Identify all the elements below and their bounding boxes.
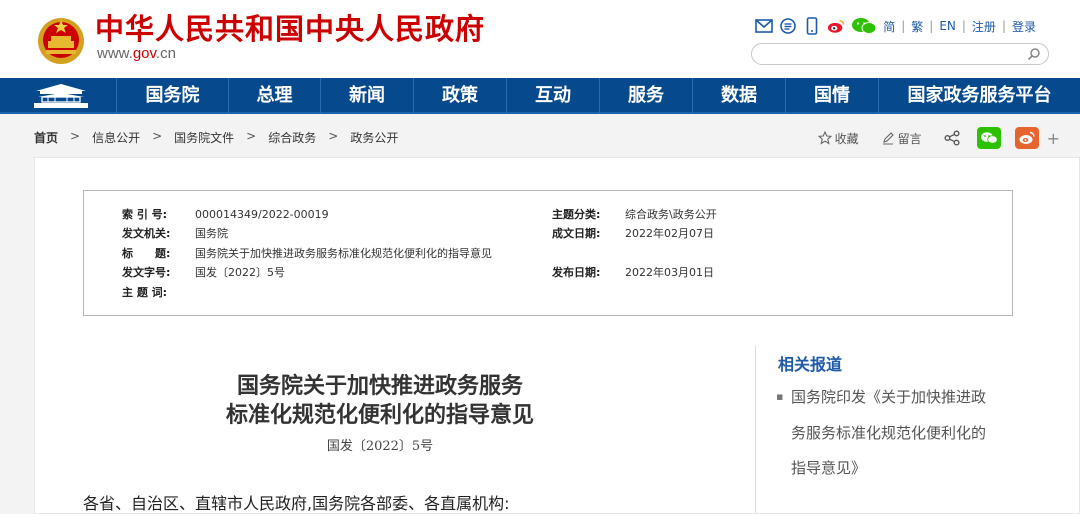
info-index-row: 索 引 号: 000014349/2022-00019	[122, 208, 329, 222]
article-doc-number: 国发〔2022〕5号	[326, 439, 434, 454]
breadcrumb: 首页 > 信息公开 > 国务院文件 > 综合政务 > 政务公开	[34, 129, 398, 146]
article-title-line-2: 标准化规范化便利化的指导意见	[225, 402, 534, 428]
info-issuer-row: 发文机关: 国务院	[122, 227, 228, 241]
info-docno-value: 国发〔2022〕5号	[195, 266, 285, 279]
site-domain: www.gov.cn	[97, 45, 176, 63]
info-docno-row: 发文字号: 国发〔2022〕5号	[122, 266, 285, 280]
info-pubdate-row: 发布日期: 2022年03月01日	[552, 266, 714, 280]
nav-item-state-council[interactable]: 国务院	[116, 78, 228, 114]
breadcrumb-general-affairs[interactable]: 综合政务	[268, 129, 316, 146]
info-pubdate-value: 2022年03月01日	[625, 266, 714, 279]
info-index-label: 索 引 号:	[122, 208, 168, 221]
share-tools: 收藏 留言 +	[817, 127, 1060, 149]
document-info-table: 索 引 号: 000014349/2022-00019 主题分类: 综合政务\政务公…	[83, 190, 1013, 316]
nav-item-interaction[interactable]: 互动	[506, 78, 599, 114]
star-icon[interactable]	[817, 131, 832, 145]
separator: |	[961, 19, 966, 33]
article-title-line-1: 国务院关于加快推进政务服务	[236, 373, 523, 399]
breadcrumb-separator: >	[328, 129, 339, 143]
main-nav: 国务院 总理 新闻 政策 互动 服务 数据 国情 国家政务服务平台	[0, 78, 1080, 114]
info-pubdate-label: 发布日期:	[552, 266, 601, 279]
top-links: 简 | 繁 | EN | 注册 | 登录	[755, 16, 1036, 36]
nav-item-data[interactable]: 数据	[692, 78, 785, 114]
rss-icon[interactable]	[779, 17, 797, 35]
info-index-value: 000014349/2022-00019	[195, 208, 329, 221]
nav-item-premier[interactable]: 总理	[228, 78, 320, 114]
more-share-button[interactable]: +	[1047, 129, 1060, 148]
mail-icon[interactable]	[755, 17, 773, 35]
nav-item-services[interactable]: 服务	[599, 78, 692, 114]
info-date-row: 成文日期: 2022年02月07日	[552, 227, 714, 241]
favorite-button[interactable]: 收藏	[835, 130, 859, 147]
wechat-icon[interactable]	[851, 17, 877, 35]
search-input[interactable]	[751, 43, 1049, 65]
breadcrumb-separator: >	[246, 129, 257, 143]
tiananmen-home-icon[interactable]	[28, 82, 94, 110]
breadcrumb-open-government[interactable]: 政务公开	[350, 129, 398, 146]
share-icon[interactable]	[944, 130, 960, 146]
lang-simplified-link[interactable]: 简	[883, 18, 895, 35]
wechat-share-icon[interactable]	[976, 127, 1001, 149]
nav-item-national-info[interactable]: 国情	[785, 78, 878, 114]
info-title-row: 标 题: 国务院关于加快推进政务服务标准化规范化便利化的指导意见	[122, 247, 492, 261]
info-topic-value: 综合政务\政务公开	[625, 208, 717, 221]
nav-item-service-platform[interactable]: 国家政务服务平台	[878, 78, 1080, 114]
related-reports-title: 相关报道	[778, 355, 843, 374]
weibo-share-icon[interactable]	[1014, 127, 1039, 149]
search-icon[interactable]	[1027, 47, 1041, 61]
info-keywords-row: 主 题 词:	[122, 286, 195, 300]
lang-english-link[interactable]: EN	[939, 19, 956, 33]
breadcrumb-info-disclosure[interactable]: 信息公开	[92, 129, 140, 146]
article-salutation: 各省、自治区、直辖市人民政府,国务院各部委、各直属机构:	[83, 494, 510, 513]
breadcrumb-bar: 首页 > 信息公开 > 国务院文件 > 综合政务 > 政务公开 收藏 留言 +	[0, 116, 1080, 158]
related-item-link-line-1[interactable]: 国务院印发《关于加快推进政	[791, 386, 986, 407]
sidebar-divider	[755, 346, 756, 514]
breadcrumb-state-council-docs[interactable]: 国务院文件	[174, 129, 234, 146]
nav-item-policy[interactable]: 政策	[413, 78, 506, 114]
info-topic-row: 主题分类: 综合政务\政务公开	[552, 208, 717, 222]
info-title-value: 国务院关于加快推进政务服务标准化规范化便利化的指导意见	[195, 247, 492, 260]
comment-button[interactable]: 留言	[898, 130, 922, 147]
register-link[interactable]: 注册	[972, 18, 996, 35]
separator: |	[901, 19, 906, 33]
content-panel: 索 引 号: 000014349/2022-00019 主题分类: 综合政务\政务公…	[34, 157, 1080, 514]
info-keywords-label: 主 题 词:	[122, 286, 168, 299]
lang-traditional-link[interactable]: 繁	[911, 18, 923, 35]
info-date-value: 2022年02月07日	[625, 227, 714, 240]
breadcrumb-home[interactable]: 首页	[34, 129, 58, 146]
related-item-link-line-2[interactable]: 务服务标准化规范化便利化的	[791, 422, 986, 443]
nav-item-news[interactable]: 新闻	[320, 78, 413, 114]
nav-items: 国务院 总理 新闻 政策 互动 服务 数据 国情 国家政务服务平台	[116, 78, 1080, 114]
domain-suffix: .cn	[155, 45, 176, 62]
info-docno-label: 发文字号:	[122, 266, 171, 279]
info-issuer-value: 国务院	[195, 227, 228, 240]
separator: |	[929, 19, 934, 33]
bullet-icon: ▪	[776, 390, 784, 403]
related-item-link-line-3[interactable]: 指导意见》	[791, 457, 866, 478]
info-topic-label: 主题分类:	[552, 208, 601, 221]
domain-prefix: www.	[97, 45, 133, 62]
mobile-icon[interactable]	[803, 17, 821, 35]
site-header: 中华人民共和国中央人民政府 www.gov.cn 简 | 繁 | EN | 注册…	[0, 0, 1080, 78]
domain-highlight: gov	[132, 45, 156, 62]
info-date-label: 成文日期:	[552, 227, 601, 240]
pencil-icon[interactable]	[881, 131, 895, 145]
info-title-label: 标 题:	[122, 247, 171, 260]
breadcrumb-separator: >	[152, 129, 163, 143]
national-emblem-icon[interactable]	[36, 12, 86, 66]
login-link[interactable]: 登录	[1012, 18, 1036, 35]
info-issuer-label: 发文机关:	[122, 227, 171, 240]
site-name[interactable]: 中华人民共和国中央人民政府	[95, 11, 485, 47]
breadcrumb-separator: >	[70, 129, 81, 143]
separator: |	[1001, 19, 1006, 33]
weibo-icon[interactable]	[827, 17, 845, 35]
